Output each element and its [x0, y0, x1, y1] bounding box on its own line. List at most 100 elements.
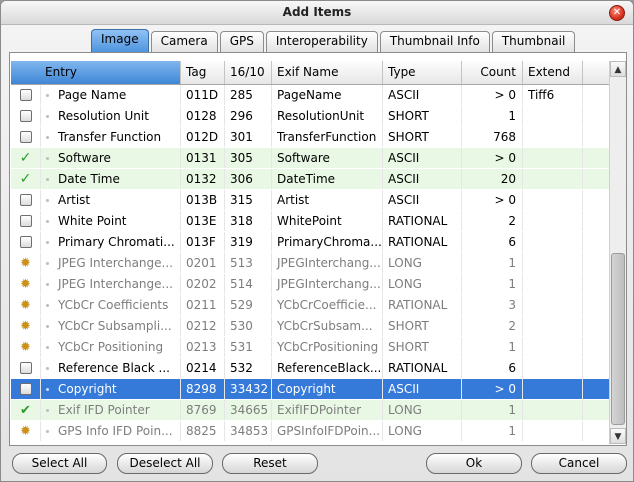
- table-row[interactable]: ✹ JPEG Interchange... 0202 514 JPEGInterchan…: [11, 274, 609, 295]
- cell-count: 1: [462, 337, 523, 357]
- row-checkbox[interactable]: [11, 190, 41, 210]
- row-filler: [583, 253, 609, 273]
- column-header-exif-name[interactable]: Exif Name: [272, 61, 383, 84]
- bullet-icon: [46, 136, 49, 139]
- tab-gps[interactable]: GPS: [219, 31, 264, 52]
- cell-type: SHORT: [383, 106, 462, 126]
- gear-icon[interactable]: ✹: [11, 421, 41, 441]
- table-row[interactable]: ✓ Software 0131 305 Software ASCII > 0: [11, 148, 609, 169]
- row-checkbox[interactable]: [11, 127, 41, 147]
- column-header-type[interactable]: Type: [383, 61, 462, 84]
- arrow-down-icon[interactable]: ▼: [610, 428, 626, 444]
- table-row[interactable]: ✹ JPEG Interchange... 0201 513 JPEGInterchan…: [11, 253, 609, 274]
- cell-dec: 530: [225, 316, 272, 336]
- cell-entry: Resolution Unit: [41, 106, 181, 126]
- row-checkbox[interactable]: [11, 232, 41, 252]
- gear-check-icon[interactable]: ✔: [11, 400, 41, 420]
- cell-entry: Artist: [41, 190, 181, 210]
- entry-label: Resolution Unit: [58, 109, 149, 123]
- tab-image[interactable]: Image: [91, 29, 149, 52]
- cancel-button[interactable]: Cancel: [531, 453, 627, 474]
- column-header-count[interactable]: Count: [462, 61, 523, 84]
- gear-icon[interactable]: ✹: [11, 316, 41, 336]
- cell-extend: [523, 232, 583, 252]
- vertical-scrollbar[interactable]: ▲ ▼: [609, 61, 626, 444]
- cell-entry: JPEG Interchange...: [41, 274, 181, 294]
- cell-exif-name: Artist: [272, 190, 383, 210]
- entry-label: Software: [58, 151, 111, 165]
- gear-icon[interactable]: ✹: [11, 253, 41, 273]
- check-icon[interactable]: ✓: [11, 148, 41, 168]
- entry-label: Date Time: [58, 172, 120, 186]
- cell-dec: 513: [225, 253, 272, 273]
- row-filler: [583, 148, 609, 168]
- table-row[interactable]: Primary Chromati... 013F 319 PrimaryChroma.…: [11, 232, 609, 253]
- cell-dec: 514: [225, 274, 272, 294]
- window-title: Add Items: [282, 5, 352, 19]
- table-row[interactable]: ✓ Date Time 0132 306 DateTime ASCII 20: [11, 169, 609, 190]
- tab-interoperability[interactable]: Interoperability: [265, 31, 378, 52]
- cell-dec: 305: [225, 148, 272, 168]
- ok-button[interactable]: Ok: [426, 453, 522, 474]
- table-row[interactable]: Transfer Function 012D 301 TransferFunction…: [11, 127, 609, 148]
- tab-camera[interactable]: Camera: [150, 31, 218, 52]
- gear-icon[interactable]: ✹: [11, 274, 41, 294]
- gear-icon[interactable]: ✹: [11, 295, 41, 315]
- row-checkbox[interactable]: [11, 106, 41, 126]
- bullet-icon: [46, 304, 49, 307]
- deselect-all-button[interactable]: Deselect All: [117, 453, 213, 474]
- column-header-entry[interactable]: Entry: [11, 61, 181, 84]
- column-header-tag[interactable]: Tag: [181, 61, 225, 84]
- cell-count: 1: [462, 106, 523, 126]
- row-filler: [583, 400, 609, 420]
- entry-label: Artist: [58, 193, 91, 207]
- arrow-up-icon[interactable]: ▲: [610, 61, 626, 77]
- cell-entry: YCbCr Coefficients: [41, 295, 181, 315]
- table-row[interactable]: Page Name 011D 285 PageName ASCII > 0 Tiff6: [11, 85, 609, 106]
- cell-dec: 319: [225, 232, 272, 252]
- close-icon[interactable]: ✕: [609, 5, 625, 21]
- table-row[interactable]: ✹ YCbCr Coefficients 0211 529 YCbCrCoefficie…: [11, 295, 609, 316]
- row-checkbox[interactable]: [11, 358, 41, 378]
- column-header-dec[interactable]: 16/10: [225, 61, 272, 84]
- row-checkbox[interactable]: [11, 379, 41, 399]
- entry-label: Page Name: [58, 88, 127, 102]
- column-header-extend[interactable]: Extend: [523, 61, 583, 84]
- row-filler: [583, 106, 609, 126]
- cell-extend: [523, 148, 583, 168]
- cell-exif-name: YCbCrSubsam...: [272, 316, 383, 336]
- tab-thumbnail[interactable]: Thumbnail: [491, 31, 576, 52]
- gear-icon[interactable]: ✹: [11, 337, 41, 357]
- table-row[interactable]: ✹ YCbCr Positioning 0213 531 YCbCrPositionin…: [11, 337, 609, 358]
- bullet-icon: [46, 115, 49, 118]
- table-row[interactable]: Artist 013B 315 Artist ASCII > 0: [11, 190, 609, 211]
- row-checkbox[interactable]: [11, 85, 41, 105]
- table-row[interactable]: ✹ YCbCr Subsampli... 0212 530 YCbCrSubsam...…: [11, 316, 609, 337]
- tab-thumbnail-info[interactable]: Thumbnail Info: [379, 31, 490, 52]
- scrollbar-thumb[interactable]: [611, 253, 625, 425]
- cell-tag: 0211: [181, 295, 225, 315]
- reset-button[interactable]: Reset: [222, 453, 318, 474]
- row-checkbox[interactable]: [11, 211, 41, 231]
- cell-exif-name: ExifIFDPointer: [272, 400, 383, 420]
- table-row[interactable]: Copyright 8298 33432 Copyright ASCII > 0: [11, 379, 609, 400]
- table-row[interactable]: ✹ GPS Info IFD Poin... 8825 34853 GPSInfoIFD…: [11, 421, 609, 442]
- cell-tag: 0212: [181, 316, 225, 336]
- cell-entry: GPS Info IFD Poin...: [41, 421, 181, 441]
- cell-tag: 0131: [181, 148, 225, 168]
- select-all-button[interactable]: Select All: [12, 453, 107, 474]
- cell-dec: 296: [225, 106, 272, 126]
- table-row[interactable]: White Point 013E 318 WhitePoint RATIONAL 2: [11, 211, 609, 232]
- check-icon[interactable]: ✓: [11, 169, 41, 189]
- cell-entry: Date Time: [41, 169, 181, 189]
- cell-type: SHORT: [383, 127, 462, 147]
- entry-label: JPEG Interchange...: [58, 256, 173, 270]
- table-row[interactable]: Resolution Unit 0128 296 ResolutionUnit SHOR…: [11, 106, 609, 127]
- cell-extend: [523, 337, 583, 357]
- table-row[interactable]: Reference Black ... 0214 532 ReferenceBlack…: [11, 358, 609, 379]
- cell-type: ASCII: [383, 148, 462, 168]
- cell-dec: 301: [225, 127, 272, 147]
- cell-tag: 013E: [181, 211, 225, 231]
- table-row[interactable]: ✔ Exif IFD Pointer 8769 34665 ExifIFDPointer…: [11, 400, 609, 421]
- cell-count: 1: [462, 421, 523, 441]
